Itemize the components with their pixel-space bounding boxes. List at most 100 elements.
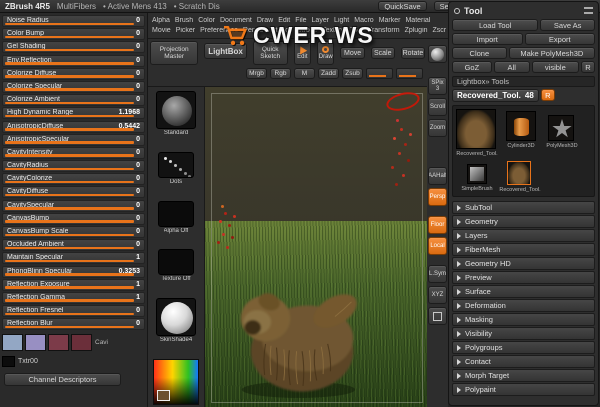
draw-size-slider[interactable] (396, 68, 423, 79)
modifier-slider[interactable]: CanvasBump 0 (2, 213, 145, 225)
persp-toggle[interactable]: Persp (428, 188, 447, 206)
quicksave-button[interactable]: QuickSave (378, 1, 426, 11)
color-swatch[interactable] (48, 334, 69, 351)
modifier-slider[interactable]: CavityColorize 0 (2, 173, 145, 185)
z-intensity-slider[interactable] (366, 68, 393, 79)
modifier-slider[interactable]: AnisotropicSpecular 0 (2, 134, 145, 146)
texture-selector[interactable]: Texture Off (158, 249, 194, 282)
modifier-slider[interactable]: Colorize Specular 0 (2, 81, 145, 93)
modifier-slider[interactable]: Occluded Ambient 0 (2, 239, 145, 251)
modifier-slider[interactable]: Noise Radius 0 (2, 15, 145, 27)
menu-item[interactable]: Zscript (431, 27, 446, 34)
rgb-toggle[interactable]: Rgb (270, 68, 291, 79)
menu-item[interactable]: Alpha (150, 17, 172, 24)
palette-section[interactable]: Preview (452, 271, 595, 284)
cylinder3d-thumbnail[interactable] (506, 111, 536, 141)
material-selector[interactable]: SkinShade4 (156, 298, 196, 343)
frame-button[interactable] (428, 307, 447, 325)
m-toggle[interactable]: M (294, 68, 315, 79)
zadd-toggle[interactable]: Zadd (318, 68, 339, 79)
palette-section[interactable]: Geometry HD (452, 257, 595, 270)
load-tool-button[interactable]: Load Tool (452, 19, 538, 31)
menu-item[interactable]: Color (196, 17, 217, 24)
palette-section[interactable]: Layers (452, 229, 595, 242)
goz-button[interactable]: GoZ (452, 61, 492, 73)
palette-section[interactable]: FiberMesh (452, 243, 595, 256)
floor-toggle[interactable]: Floor (428, 216, 447, 234)
palette-section[interactable]: SubTool (452, 201, 595, 214)
modifier-slider[interactable]: PhongBlinn Specular 0.3253 (2, 266, 145, 278)
simplebrush-thumbnail[interactable] (467, 164, 487, 184)
palette-section[interactable]: Polygroups (452, 341, 595, 354)
brush-selector[interactable]: Standard (156, 91, 196, 136)
xyz-gyro-button[interactable]: XYZ (428, 286, 447, 304)
lsym-toggle[interactable]: L.Sym (428, 265, 447, 283)
modifier-slider[interactable]: Reflection Gamma 1 (2, 292, 145, 304)
import-button[interactable]: Import (452, 33, 523, 45)
goz-all-button[interactable]: All (494, 61, 530, 73)
projection-master-button[interactable]: Projection Master (150, 41, 198, 65)
mrgb-toggle[interactable]: Mrgb (246, 68, 267, 79)
bpr-render-button[interactable] (428, 45, 447, 63)
color-swatch[interactable] (25, 334, 46, 351)
goz-r-button[interactable]: R (581, 61, 595, 73)
lightbox-tools-bar[interactable]: Lightbox» Tools (452, 76, 595, 87)
recovered-tool-thumbnail[interactable] (456, 109, 496, 149)
texture-slot[interactable]: Txtr00 (2, 356, 145, 367)
zsub-toggle[interactable]: Zsub (342, 68, 363, 79)
menu-item[interactable]: Zplugin (403, 27, 430, 34)
alpha-selector[interactable]: Alpha Off (158, 201, 194, 234)
channel-descriptors-button[interactable]: Channel Descriptors (4, 373, 121, 386)
menu-item[interactable]: Marker (377, 17, 403, 24)
palette-menu-icon[interactable] (584, 7, 593, 14)
palette-section[interactable]: Masking (452, 313, 595, 326)
palette-section[interactable]: Morph Target (452, 369, 595, 382)
make-polymesh3d-button[interactable]: Make PolyMesh3D (509, 47, 595, 59)
tool-r-button[interactable]: R (541, 89, 555, 101)
modifier-slider[interactable]: CavityRadius 0 (2, 160, 145, 172)
menu-item[interactable]: Picker (174, 27, 197, 34)
clone-button[interactable]: Clone (452, 47, 507, 59)
export-button[interactable]: Export (525, 33, 596, 45)
modifier-slider[interactable]: CanvasBump Scale 0 (2, 226, 145, 238)
document-canvas[interactable] (205, 87, 427, 407)
scroll-button[interactable]: Scroll (428, 98, 447, 116)
modifier-slider[interactable]: Reflection Fresnel 0 (2, 305, 145, 317)
local-toggle[interactable]: Local (428, 237, 447, 255)
palette-section[interactable]: Geometry (452, 215, 595, 228)
stroke-selector[interactable]: Dots (158, 152, 194, 185)
modifier-slider[interactable]: Maintain Specular 1 (2, 252, 145, 264)
menu-item[interactable]: Brush (173, 17, 195, 24)
rotate-button[interactable]: Rotate (401, 47, 425, 59)
modifier-slider[interactable]: Gel Shading 0 (2, 41, 145, 53)
aahalf-button[interactable]: AAHalf (428, 167, 447, 185)
palette-section[interactable]: Deformation (452, 299, 595, 312)
polymesh3d-thumbnail[interactable] (548, 115, 574, 141)
menu-item[interactable]: Movie (150, 27, 173, 34)
modifier-slider[interactable]: Color Bump 0 (2, 28, 145, 40)
palette-section[interactable]: Contact (452, 355, 595, 368)
color-picker[interactable] (153, 359, 199, 405)
spix-slider[interactable]: SPix 3 (428, 77, 447, 95)
modifier-slider[interactable]: CavitySpecular 0 (2, 200, 145, 212)
color-swatch[interactable] (71, 334, 92, 351)
modifier-slider[interactable]: AnisotropicDiffuse 0.5442 (2, 121, 145, 133)
modifier-slider[interactable]: Colorize Ambient 0 (2, 94, 145, 106)
scale-button[interactable]: Scale (371, 47, 395, 59)
modifier-slider[interactable]: CavityIntensity 0 (2, 147, 145, 159)
modifier-slider[interactable]: CavityDiffuse 0 (2, 186, 145, 198)
goz-visible-button[interactable]: visible (532, 61, 579, 73)
recovered-tool-selected-thumbnail[interactable] (507, 161, 531, 185)
color-swatch[interactable] (2, 334, 23, 351)
palette-section[interactable]: Polypaint (452, 383, 595, 396)
save-as-button[interactable]: Save As (540, 19, 595, 31)
modifier-slider[interactable]: Colorize Diffuse 0 (2, 68, 145, 80)
palette-section[interactable]: Visibility (452, 327, 595, 340)
zoom-button[interactable]: Zoom (428, 119, 447, 137)
current-tool-button[interactable]: Recovered_Tool. 48 (452, 89, 539, 102)
modifier-slider[interactable]: High Dynamic Range 1.1968 (2, 107, 145, 119)
modifier-slider[interactable]: Reflection Exposure 1 (2, 279, 145, 291)
modifier-slider[interactable]: Reflection Blur 0 (2, 318, 145, 330)
modifier-slider[interactable]: Env.Reflection 0 (2, 55, 145, 67)
palette-section[interactable]: Surface (452, 285, 595, 298)
